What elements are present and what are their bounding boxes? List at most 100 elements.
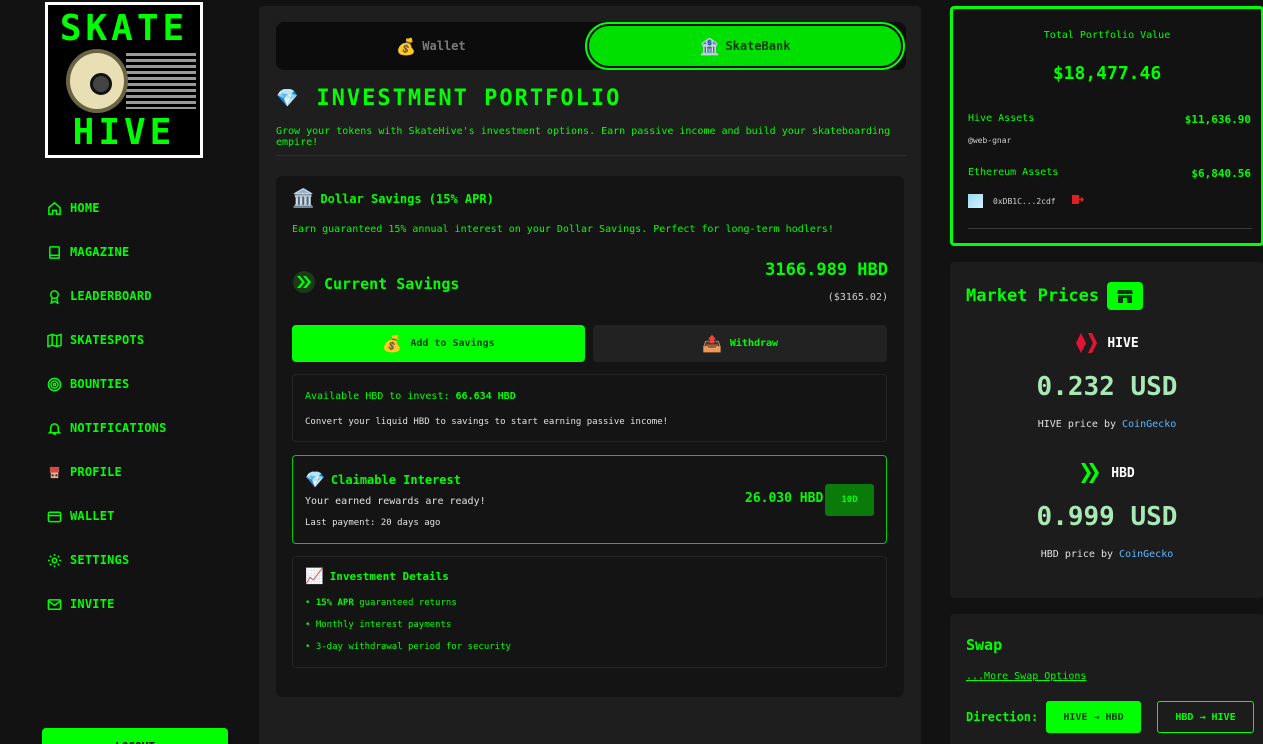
available-note: Convert your liquid HBD to savings to st… <box>305 417 669 427</box>
sidebar-item-label: HOME <box>70 201 100 215</box>
hbd-coin: HBD <box>950 462 1263 484</box>
bullet: • <box>305 642 311 652</box>
sidebar-item-skatespots[interactable]: SKATESPOTS <box>46 318 236 362</box>
detail-item: • Monthly interest payments <box>305 620 451 630</box>
savings-title: 🏛️ Dollar Savings (15% APR) <box>292 188 494 209</box>
award-icon <box>46 288 62 304</box>
sidebar-item-leaderboard[interactable]: LEADERBOARD <box>46 274 236 318</box>
disconnect-icon[interactable] <box>1071 194 1084 208</box>
available-prefix: Available HBD to invest: <box>305 391 456 402</box>
eth-assets-label: Ethereum Assets <box>968 167 1059 178</box>
detail-item: • 15% APR guaranteed returns <box>305 598 457 608</box>
portfolio-value-card: Total Portfolio Value $18,477.46 Hive As… <box>950 6 1263 246</box>
portfolio-title: Total Portfolio Value <box>1043 30 1171 41</box>
sidebar-item-label: PROFILE <box>70 465 122 479</box>
sidebar-item-bounties[interactable]: BOUNTIES <box>46 362 236 406</box>
tab-wallet-label: Wallet <box>422 39 466 53</box>
claim-title: 💎 Claimable Interest <box>305 470 461 489</box>
book-icon <box>46 244 62 260</box>
chart-up-icon: 📈 <box>305 567 324 585</box>
sidebar-item-label: BOUNTIES <box>70 377 130 391</box>
logo-speed-lines <box>126 53 196 109</box>
swap-title: Swap <box>966 636 1003 654</box>
detail-text: Monthly interest payments <box>315 620 452 630</box>
sidebar-item-profile[interactable]: PROFILE <box>46 450 236 494</box>
bank-icon: 🏦 <box>699 36 720 56</box>
eth-avatar <box>968 194 983 208</box>
sidebar-item-wallet[interactable]: WALLET <box>46 494 236 538</box>
withdraw-label: Withdraw <box>729 338 779 349</box>
dollar-savings-card: 🏛️ Dollar Savings (15% APR) Earn guarant… <box>276 176 904 697</box>
logo-text-bottom: HIVE <box>72 112 176 153</box>
wallet-tabs: 💰 Wallet 🏦 SkateBank <box>276 22 906 70</box>
gem-icon: 💎 <box>305 470 325 489</box>
withdraw-button[interactable]: 📤 Withdraw <box>593 325 887 362</box>
hive-coin: HIVE <box>950 332 1263 354</box>
investment-details-box: 📈 Investment Details • 15% APR guarantee… <box>292 556 887 668</box>
hive-to-hbd-button[interactable]: HIVE → HBD <box>1046 701 1141 733</box>
outbox-icon: 📤 <box>701 334 722 353</box>
eth-assets-value: $6,840.56 <box>1191 167 1251 180</box>
eth-address[interactable]: 0xDB1C...2cdf <box>993 197 1056 206</box>
claim-ready-text: Your earned rewards are ready! <box>305 496 486 507</box>
money-bag-icon: 💰 <box>382 334 403 353</box>
hive-price-source: HIVE price by CoinGecko <box>950 419 1263 430</box>
coingecko-link[interactable]: CoinGecko <box>1119 549 1173 560</box>
sidebar-item-label: WALLET <box>70 509 115 523</box>
claimable-interest-box: 💎 Claimable Interest Your earned rewards… <box>292 455 887 544</box>
more-swap-options-link[interactable]: ...More Swap Options <box>966 671 1086 682</box>
gear-icon <box>46 552 62 568</box>
available-amount: 66.634 HBD <box>455 391 516 402</box>
claim-title-text: Claimable Interest <box>330 472 461 487</box>
hive-assets-label: Hive Assets <box>968 113 1035 124</box>
bank-building-icon: 🏛️ <box>292 188 315 209</box>
savings-amount: 3166.989 HBD <box>765 260 888 280</box>
direction-label: Direction: <box>966 710 1039 724</box>
claim-countdown-button[interactable]: 10D <box>825 484 874 516</box>
mail-icon <box>46 596 62 612</box>
sidebar-item-settings[interactable]: SETTINGS <box>46 538 236 582</box>
logout-button[interactable]: LOGOUT <box>42 728 228 744</box>
sidebar-item-invite[interactable]: INVITE <box>46 582 236 626</box>
avatar-icon <box>46 464 62 480</box>
tab-skatebank[interactable]: 🏦 SkateBank <box>585 22 905 70</box>
coingecko-link[interactable]: CoinGecko <box>1122 419 1176 430</box>
claim-last-payment: Last payment: 20 days ago <box>305 518 441 528</box>
store-icon[interactable] <box>1107 282 1143 310</box>
sidebar-item-home[interactable]: HOME <box>46 186 236 230</box>
hive-logo-icon <box>1076 333 1098 353</box>
page-title: 💎 INVESTMENT PORTFOLIO <box>276 86 621 111</box>
sidebar-item-magazine[interactable]: MAGAZINE <box>46 230 236 274</box>
hbd-name: HBD <box>1111 465 1135 481</box>
hbd-icon <box>292 270 316 298</box>
map-icon <box>46 332 62 348</box>
swap-card: Swap ...More Swap Options Direction: HIV… <box>950 614 1263 744</box>
savings-usd-value: ($3165.02) <box>827 292 888 303</box>
wallet-icon <box>46 508 62 524</box>
main-panel: 💰 Wallet 🏦 SkateBank 💎 INVESTMENT PORTFO… <box>259 6 921 744</box>
details-title: 📈 Investment Details <box>305 567 449 585</box>
market-prices-card: Market Prices HIVE 0.232 USD HIVE price … <box>950 262 1263 598</box>
claim-amount: 26.030 HBD <box>745 491 824 506</box>
tab-wallet[interactable]: 💰 Wallet <box>276 22 586 70</box>
sidebar-item-notifications[interactable]: NOTIFICATIONS <box>46 406 236 450</box>
skatehive-logo[interactable]: SKATE HIVE <box>45 2 203 158</box>
gem-icon: 💎 <box>276 88 301 109</box>
sidebar-item-label: LEADERBOARD <box>70 289 152 303</box>
portfolio-total: $18,477.46 <box>1052 63 1162 84</box>
wheel-hub <box>90 73 112 95</box>
current-savings-label: Current Savings <box>292 270 459 298</box>
bullet: • <box>305 620 311 630</box>
eth-account-row: 0xDB1C...2cdf <box>968 194 1084 208</box>
sidebar-item-label: MAGAZINE <box>70 245 130 259</box>
hbd-to-hive-button[interactable]: HBD → HIVE <box>1157 701 1254 733</box>
add-to-savings-button[interactable]: 💰 Add to Savings <box>292 325 585 362</box>
sidebar-nav: HOME MAGAZINE LEADERBOARD SKATESPOTS BOU… <box>46 186 236 626</box>
current-savings-text: Current Savings <box>324 275 460 293</box>
hive-name: HIVE <box>1107 335 1139 351</box>
bell-icon <box>46 420 62 436</box>
home-icon <box>46 200 62 216</box>
money-bag-icon: 💰 <box>396 36 417 56</box>
detail-text: 3-day withdrawal period for security <box>315 642 511 652</box>
hbd-price: 0.999 USD <box>1036 502 1178 532</box>
